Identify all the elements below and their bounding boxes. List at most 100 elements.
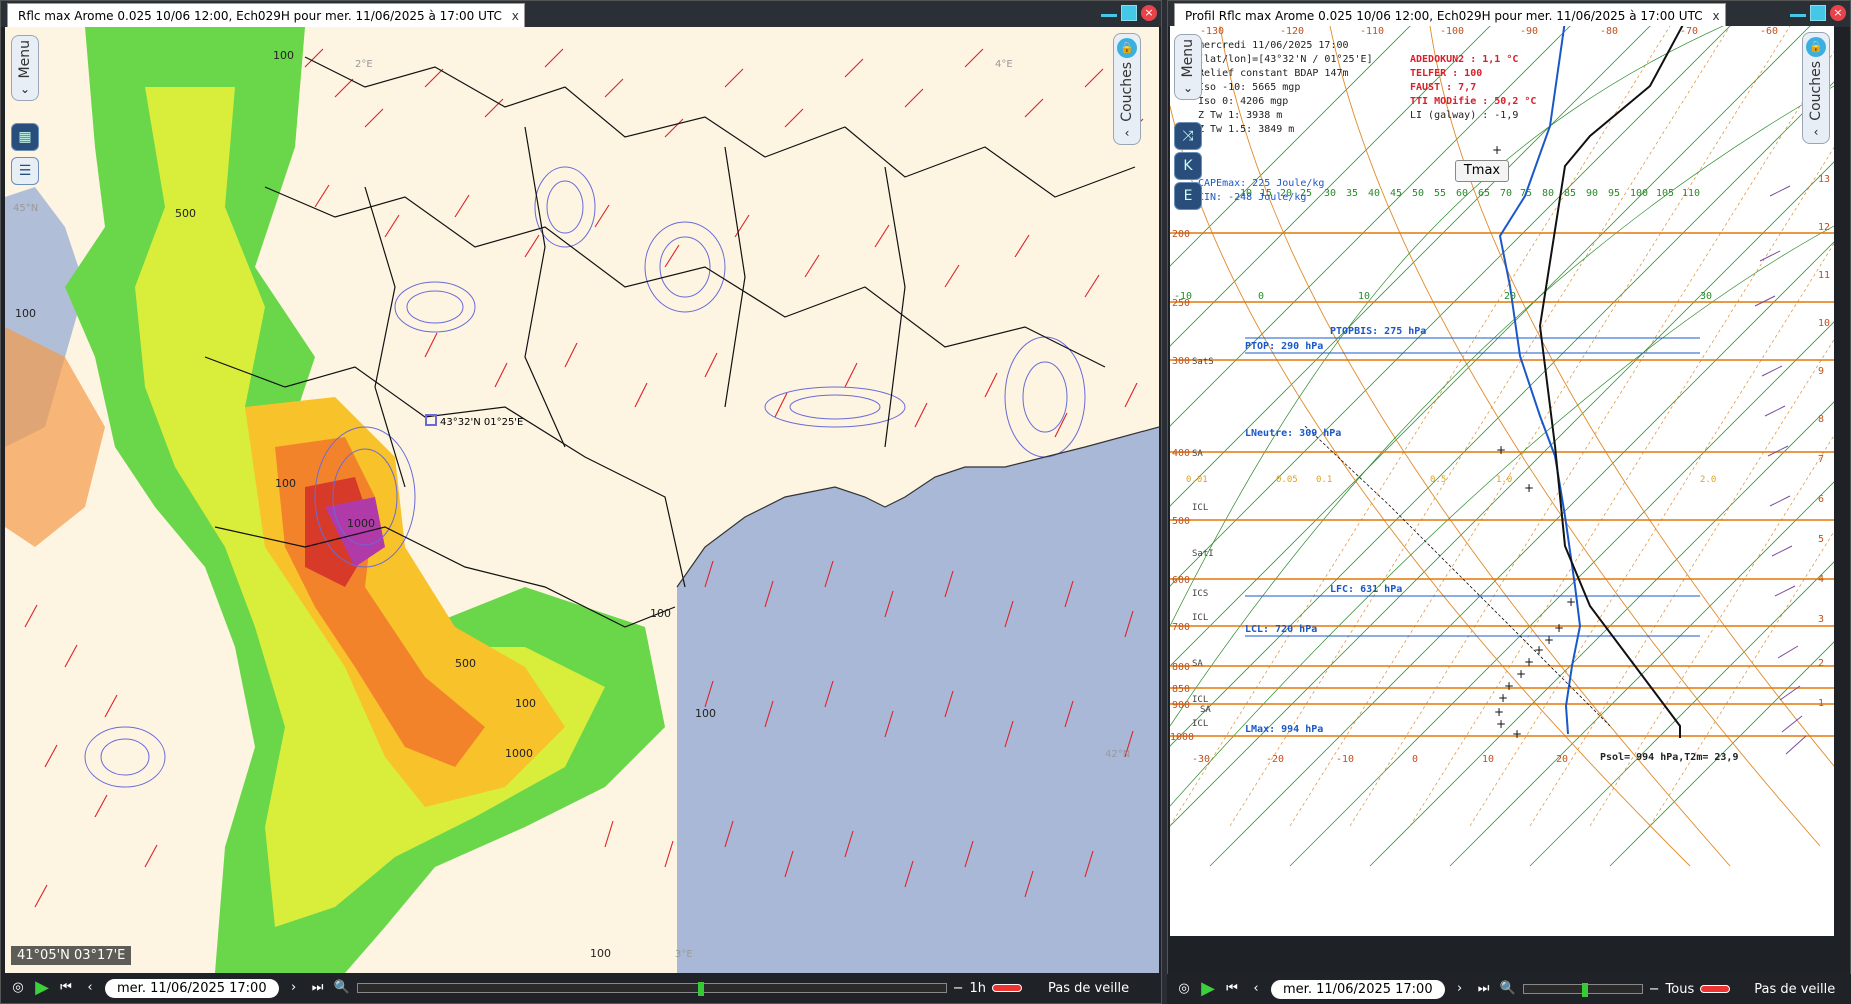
svg-text:1000: 1000 (1170, 732, 1194, 743)
close-icon[interactable]: × (1141, 5, 1157, 21)
svg-text:1.0: 1.0 (1496, 475, 1512, 485)
settings-icon[interactable]: ◎ (1175, 980, 1193, 998)
window-tab[interactable]: Rflc max Arome 0.025 10/06 12:00, Ech029… (7, 3, 525, 27)
close-icon[interactable]: × (1830, 5, 1846, 21)
svg-text:6: 6 (1818, 494, 1824, 505)
tab-close-icon[interactable]: x (1713, 4, 1720, 28)
layers-label: Couches (1119, 62, 1135, 122)
prev-icon[interactable]: ‹ (1247, 980, 1265, 998)
svg-text:3°E: 3°E (675, 949, 693, 960)
lock-icon: 🔒 (1117, 38, 1137, 58)
tab-close-icon[interactable]: x (512, 4, 519, 28)
svg-text:ICS: ICS (1192, 589, 1208, 599)
svg-text:ICL: ICL (1192, 613, 1208, 623)
grid-layer-icon[interactable]: ▦ (11, 123, 39, 151)
window-tab[interactable]: Profil Rflc max Arome 0.025 10/06 12:00,… (1174, 3, 1726, 27)
point-label: 43°32'N 01°25'E (440, 417, 523, 428)
next-icon[interactable]: › (1451, 980, 1469, 998)
svg-text:+: + (1524, 481, 1534, 495)
svg-text:CIN: -248 Joule/kg: CIN: -248 Joule/kg (1198, 192, 1306, 203)
map-view[interactable]: 43°32'N 01°25'E 100 500 100 100 1000 500… (5, 27, 1159, 973)
svg-text:TELFER : 100: TELFER : 100 (1410, 68, 1482, 79)
next-icon[interactable]: › (285, 979, 303, 997)
shuffle-icon[interactable]: ⤨ (1174, 122, 1202, 150)
menu-label: Menu (17, 40, 33, 79)
svg-text:12: 12 (1818, 222, 1830, 233)
svg-text:10: 10 (1358, 291, 1370, 302)
svg-text:-120: -120 (1280, 26, 1304, 37)
svg-text:80: 80 (1542, 188, 1554, 199)
svg-text:2: 2 (1818, 658, 1824, 669)
svg-text:11: 11 (1818, 270, 1830, 281)
timeline-controls: ◎ ▶ ⏮ ‹ mer. 11/06/2025 17:00 › ⏭ 🔍 − 1h… (1, 973, 1161, 1003)
play-icon[interactable]: ▶ (33, 979, 51, 997)
zoom-icon[interactable]: 🔍 (1499, 980, 1517, 998)
svg-text:13: 13 (1818, 174, 1830, 185)
thermometer-icon[interactable] (1700, 985, 1731, 993)
chevron-down-icon: ⌄ (19, 82, 31, 97)
svg-text:Z Tw 1: 3938 m: Z Tw 1: 3938 m (1198, 110, 1282, 121)
last-frame-icon[interactable]: ⏭ (1475, 980, 1493, 998)
maximize-icon[interactable] (1121, 5, 1137, 21)
date-field[interactable]: mer. 11/06/2025 17:00 (1271, 979, 1445, 999)
thermometer-icon[interactable] (992, 984, 1023, 992)
chevron-left-icon: ‹ (1813, 124, 1819, 139)
last-frame-icon[interactable]: ⏭ (309, 979, 327, 997)
svg-text:55: 55 (1434, 188, 1446, 199)
svg-text:-130: -130 (1200, 26, 1224, 37)
k-index-icon[interactable]: K (1174, 152, 1202, 180)
list-icon[interactable]: ☰ (11, 157, 39, 185)
svg-text:+: + (1496, 443, 1506, 457)
svg-text:+: + (1516, 667, 1526, 681)
svg-text:500: 500 (1172, 516, 1190, 527)
settings-icon[interactable]: ◎ (9, 979, 27, 997)
date-field[interactable]: mer. 11/06/2025 17:00 (105, 978, 279, 998)
minimize-icon[interactable] (1101, 5, 1117, 17)
watch-status[interactable]: Pas de veille (1048, 981, 1129, 996)
svg-text:+: + (1554, 621, 1564, 635)
layers-label: Couches (1808, 61, 1824, 121)
svg-text:-60: -60 (1760, 26, 1778, 37)
play-icon[interactable]: ▶ (1199, 980, 1217, 998)
svg-text:1000: 1000 (347, 517, 375, 530)
svg-text:[lat/lon]=[43°32'N / 01°25'E]: [lat/lon]=[43°32'N / 01°25'E] (1198, 54, 1373, 65)
menu-button[interactable]: Menu ⌄ (11, 35, 39, 102)
svg-text:2.0: 2.0 (1700, 475, 1716, 485)
e-index-icon[interactable]: E (1174, 182, 1202, 210)
timeline-slider[interactable] (356, 982, 947, 996)
svg-text:-10: -10 (1336, 754, 1354, 765)
first-frame-icon[interactable]: ⏮ (1223, 980, 1241, 998)
svg-text:0: 0 (1412, 754, 1418, 765)
timeline-thumb[interactable] (697, 982, 704, 996)
svg-text:60: 60 (1456, 188, 1468, 199)
minimize-icon[interactable] (1790, 5, 1806, 17)
svg-text:850: 850 (1172, 684, 1190, 695)
maximize-icon[interactable] (1810, 5, 1826, 21)
svg-text:20: 20 (1504, 291, 1516, 302)
svg-text:42°N: 42°N (1105, 749, 1130, 760)
svg-text:ICL: ICL (1192, 503, 1208, 513)
first-frame-icon[interactable]: ⏮ (57, 979, 75, 997)
layers-button[interactable]: 🔒 Couches ‹ (1113, 33, 1141, 145)
svg-text:75: 75 (1520, 188, 1532, 199)
step-value[interactable]: Tous (1666, 982, 1695, 997)
cursor-coordinates: 41°05'N 03°17'E (11, 946, 132, 965)
svg-text:500: 500 (455, 657, 476, 670)
tmax-button[interactable]: Tmax (1455, 160, 1509, 182)
zoom-icon[interactable]: 🔍 (333, 979, 351, 997)
step-minus-button[interactable]: − (1649, 982, 1660, 997)
step-minus-button[interactable]: − (953, 981, 964, 996)
svg-text:20: 20 (1556, 754, 1568, 765)
step-value[interactable]: 1h (970, 981, 987, 996)
svg-text:4°E: 4°E (995, 59, 1013, 70)
svg-text:-20: -20 (1266, 754, 1284, 765)
layers-button[interactable]: 🔒 Couches ‹ (1802, 32, 1830, 144)
window-title: Rflc max Arome 0.025 10/06 12:00, Ech029… (18, 9, 502, 23)
profile-slider[interactable] (1522, 983, 1643, 997)
prev-icon[interactable]: ‹ (81, 979, 99, 997)
watch-status[interactable]: Pas de veille (1754, 982, 1835, 997)
menu-button[interactable]: Menu ⌄ (1174, 34, 1202, 101)
svg-text:100: 100 (15, 307, 36, 320)
svg-text:100: 100 (273, 49, 294, 62)
profile-slider-thumb[interactable] (1581, 983, 1588, 997)
